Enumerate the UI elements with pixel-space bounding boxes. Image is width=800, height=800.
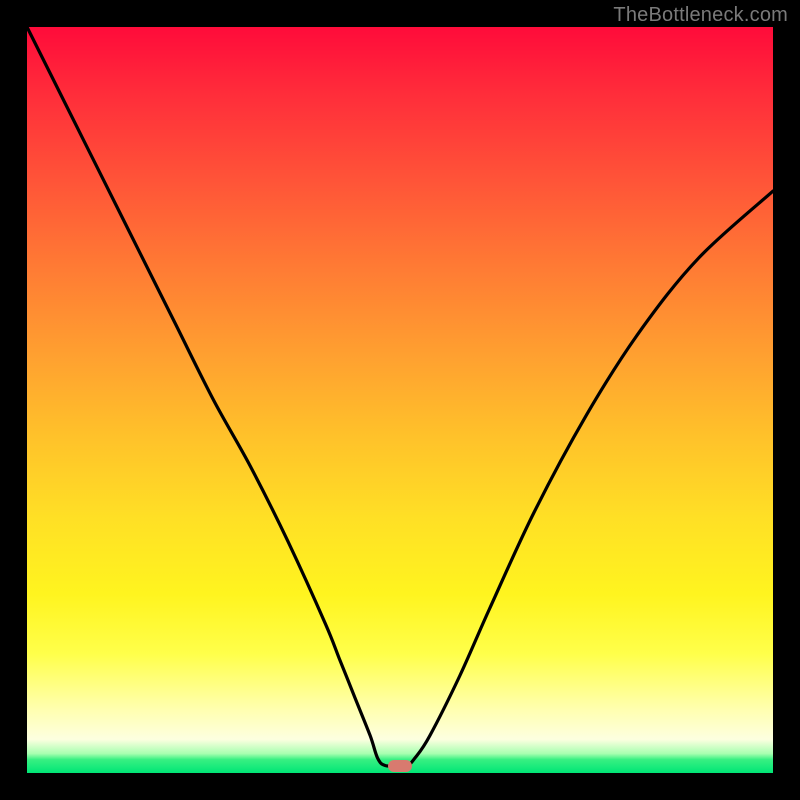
bottleneck-curve-svg [27, 27, 773, 773]
watermark-text: TheBottleneck.com [613, 4, 788, 27]
optimal-marker [388, 760, 412, 772]
bottleneck-curve [27, 27, 773, 766]
chart-frame: TheBottleneck.com [0, 0, 800, 800]
